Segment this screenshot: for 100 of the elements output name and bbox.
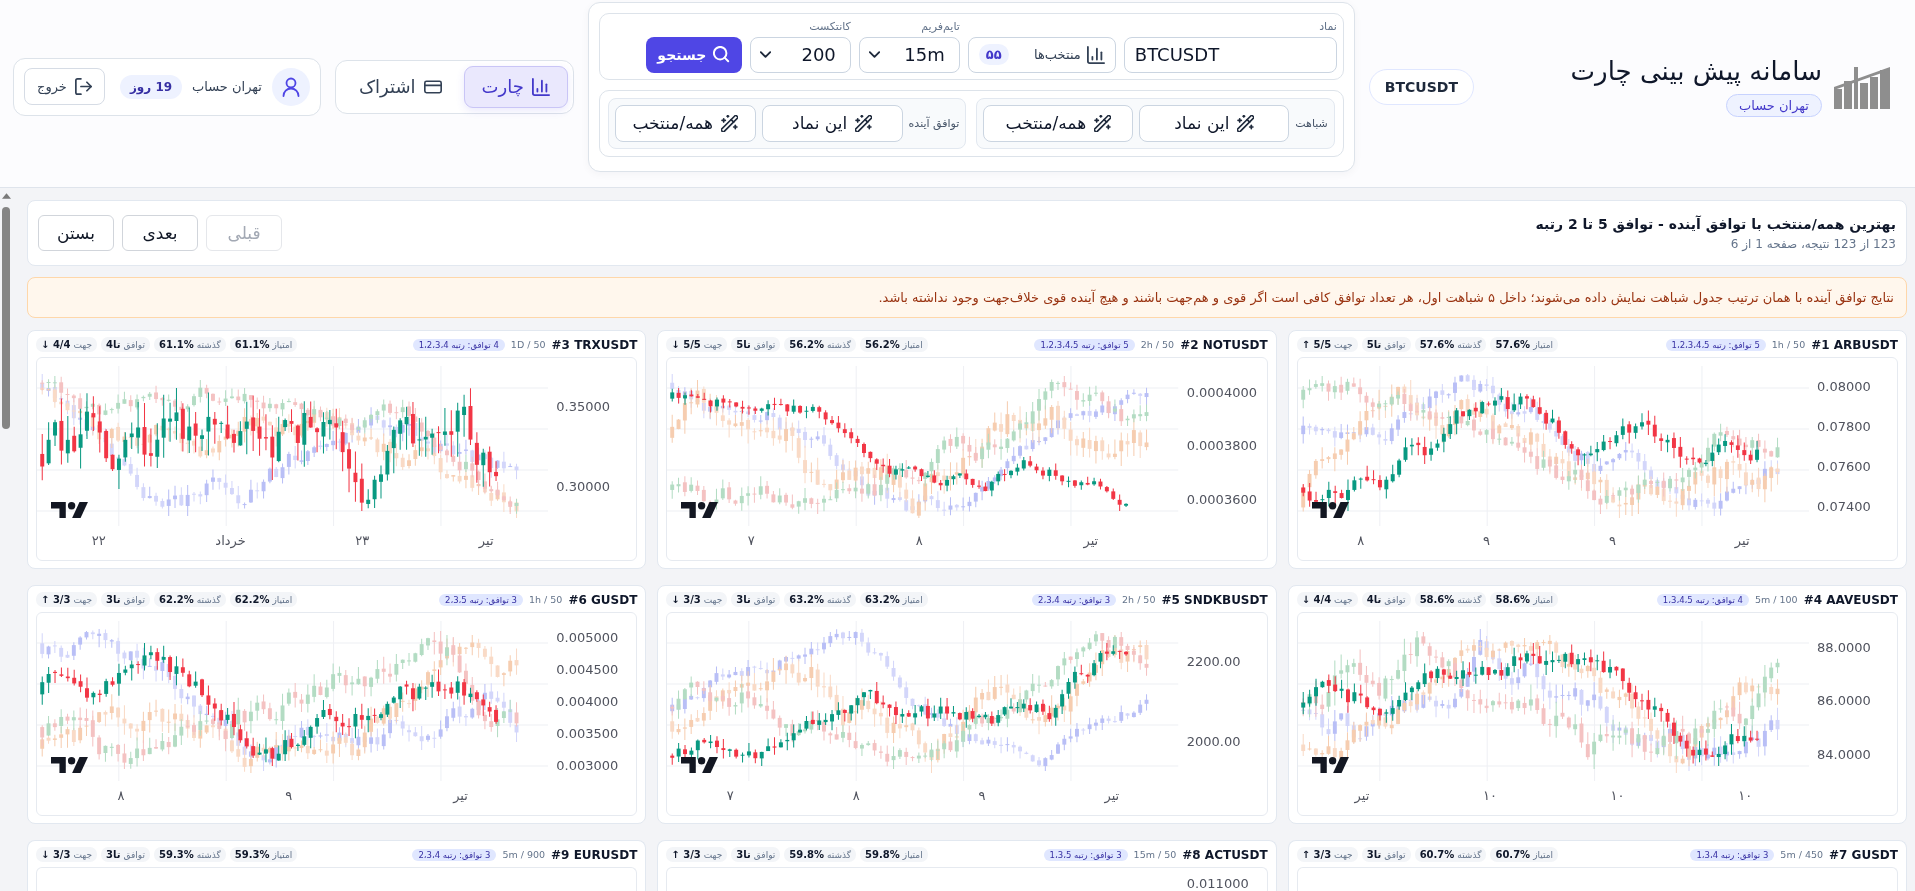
favorites-button[interactable]: منتخب‌ها ۵۵ [967,36,1116,73]
stat-label: جهت [1334,595,1353,605]
field-label: تایم‌فریم [920,19,960,34]
stat-value: 63.2% [865,594,900,605]
scrollbar-thumb[interactable] [2,207,10,429]
axis-label: ۲۲ [91,533,106,548]
action-button[interactable]: این نماد [1139,104,1290,142]
field-label: نماد [1318,19,1337,34]
card-title: #2 NOTUSDT [1180,337,1268,352]
card-meta: 1D / 50 [510,339,546,350]
logout-button[interactable]: خروج [24,68,105,105]
stat-value: ↑ 3/3 [41,594,71,605]
axis-label: 0.0004000 [1186,385,1257,401]
axis-label: ۹ [1483,533,1491,548]
axis-label: ۹ [978,788,986,803]
agreement-badge: 3 توافق: رتبه 2،3،4 [1032,593,1117,606]
axis-label: 0.08000 [1817,378,1871,394]
magic-wand-icon [1094,114,1112,132]
axis-label: 0.0003800 [1186,438,1257,454]
axis-label: تیر [1104,788,1120,803]
card-meta: 5m / 100 [1754,594,1798,605]
chevron-down-icon [868,51,880,58]
stat-value: 62.2% [158,594,194,605]
stat-value: 3تا [736,594,751,605]
magic-wand-icon [721,114,739,132]
axis-label: 0.011000 [1186,876,1249,891]
action-button[interactable]: این نماد [761,104,903,142]
stat-value: 60.7% [1495,849,1531,860]
stat-label: جهت [73,595,92,605]
app-title: سامانه پیش بینی چارت [1570,56,1822,88]
timeframe-dropdown[interactable]: 15m [858,36,960,73]
stat-label: جهت [73,850,92,860]
stat-label: امتیاز [272,595,293,605]
nav-tab[interactable]: اشتراک [341,65,460,108]
stat-value: ↑ 3/3 [671,849,701,860]
stat-label: جهت [703,340,723,350]
notice-banner: نتایج توافق آینده با همان ترتیب جدول شباهت نمایش داده می‌شوند؛ داخل ۵ شباهت اول، هر تعداد توافق کافی است اگر قوی و هم‌جهت باشند و هیچ آینده قوی خلاف‌جهت وجود نداشته باشد. [27,277,1907,318]
axis-label: تیر [453,788,468,803]
axis-label: 0.07600 [1817,458,1871,474]
stat-value: 4تا [1366,594,1382,605]
stat-value: 56.2% [789,339,824,350]
stat-value: 3تا [1366,849,1382,860]
axis-label: 0.004500 [556,661,619,677]
results-title: بهترین همه/منتخب با توافق آینده - توافق 5 تا 2 رتبه [1535,215,1896,232]
account-badge: تهران حساب [1726,93,1822,117]
axis-label: ۸ [915,533,923,548]
results-button[interactable]: بستن [38,215,114,251]
symbol-chip: BTCUSDT [1368,68,1474,105]
axis-label: ۲۳ [355,533,370,548]
stat-value: ↑ 3/3 [1301,849,1332,860]
axis-label: ۸ [1357,533,1365,548]
axis-label: 0.07800 [1817,418,1871,434]
axis-label: ۱۰ [1738,788,1753,803]
search-button[interactable]: جستجو [645,36,742,73]
stat-label: توافق [123,595,145,605]
field-label: کانتکست [808,19,851,34]
agreement-badge: 3 توافق: رتبه 2،3،4 [412,848,497,861]
action-button[interactable]: همه/منتخب [614,104,756,142]
context-dropdown[interactable]: 200 [749,36,851,73]
axis-label: ۷ [726,788,734,803]
symbol-input[interactable]: BTCUSDT [1123,36,1337,73]
chart-logo-icon [1311,756,1350,773]
card-title: #5 SNDKBUSDT [1161,592,1268,607]
stat-label: توافق [753,595,776,605]
stat-value: 5تا [1366,339,1382,350]
card-meta: 15m / 50 [1133,849,1177,860]
card-title: #7 GUSDT [1829,847,1898,862]
axis-label: خرداد [215,533,246,548]
chart-logo-icon [681,756,720,773]
credit-card-icon [423,77,442,96]
magic-wand-icon [1237,114,1255,132]
axis-label: 86.0000 [1817,693,1871,709]
stat-value: 4تا [106,339,121,350]
agreement-badge: 4 توافق: رتبه 1،2،3،4 [412,338,505,351]
axis-label: 88.0000 [1817,640,1871,656]
axis-label: ۱۰ [1610,788,1625,803]
stat-label: جهت [1334,850,1353,860]
stat-label: توافق [753,340,776,350]
nav-tab[interactable]: چارت [463,65,568,108]
stat-label: توافق [1384,340,1406,350]
stat-value: 57.6% [1419,339,1455,350]
stat-value: 58.6% [1495,594,1531,605]
stat-value: 59.8% [865,849,900,860]
stat-label: گذشته [1457,850,1482,860]
axis-label: 0.005000 [556,629,619,645]
stat-label: توافق [123,340,145,350]
stat-value: ↓ 4/4 [1301,594,1332,605]
stat-label: گذشته [196,340,221,350]
stat-value: 3تا [736,849,751,860]
stat-label: توافق [1384,595,1406,605]
stat-label: گذشته [196,850,221,860]
axis-label: 0.07400 [1817,498,1871,514]
stat-label: امتیاز [1533,850,1553,860]
axis-label: 0.003000 [556,757,619,773]
scroll-up-arrow-icon[interactable] [1,193,11,199]
axis-label: ۹ [285,788,293,803]
action-button[interactable]: همه/منتخب [983,104,1134,142]
stat-value: 63.2% [789,594,824,605]
card-title: #4 AAVEUSDT [1803,592,1898,607]
results-button[interactable]: بعدی [122,215,198,251]
